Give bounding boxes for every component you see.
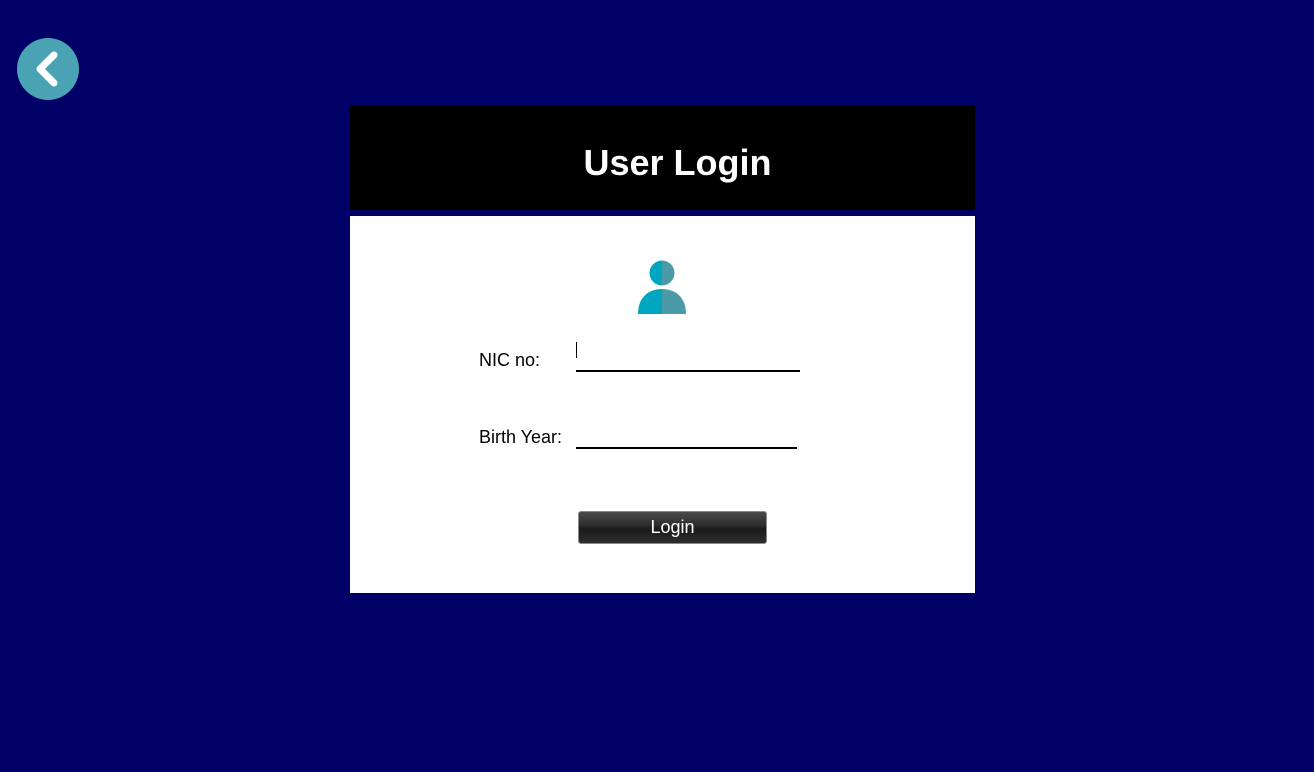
login-button[interactable]: Login [578, 511, 767, 544]
text-caret [576, 342, 577, 358]
user-icon [637, 259, 687, 315]
birth-year-input[interactable] [576, 421, 797, 449]
nic-input[interactable] [576, 344, 800, 372]
login-form: NIC no: Birth Year: Login [350, 216, 975, 593]
page-title: User Login [583, 142, 772, 183]
login-panel-header: User Login [350, 105, 975, 210]
birth-year-label: Birth Year: [479, 427, 563, 447]
back-button[interactable] [17, 38, 79, 100]
nic-label: NIC no: [479, 350, 541, 370]
chevron-left-icon [36, 51, 58, 87]
